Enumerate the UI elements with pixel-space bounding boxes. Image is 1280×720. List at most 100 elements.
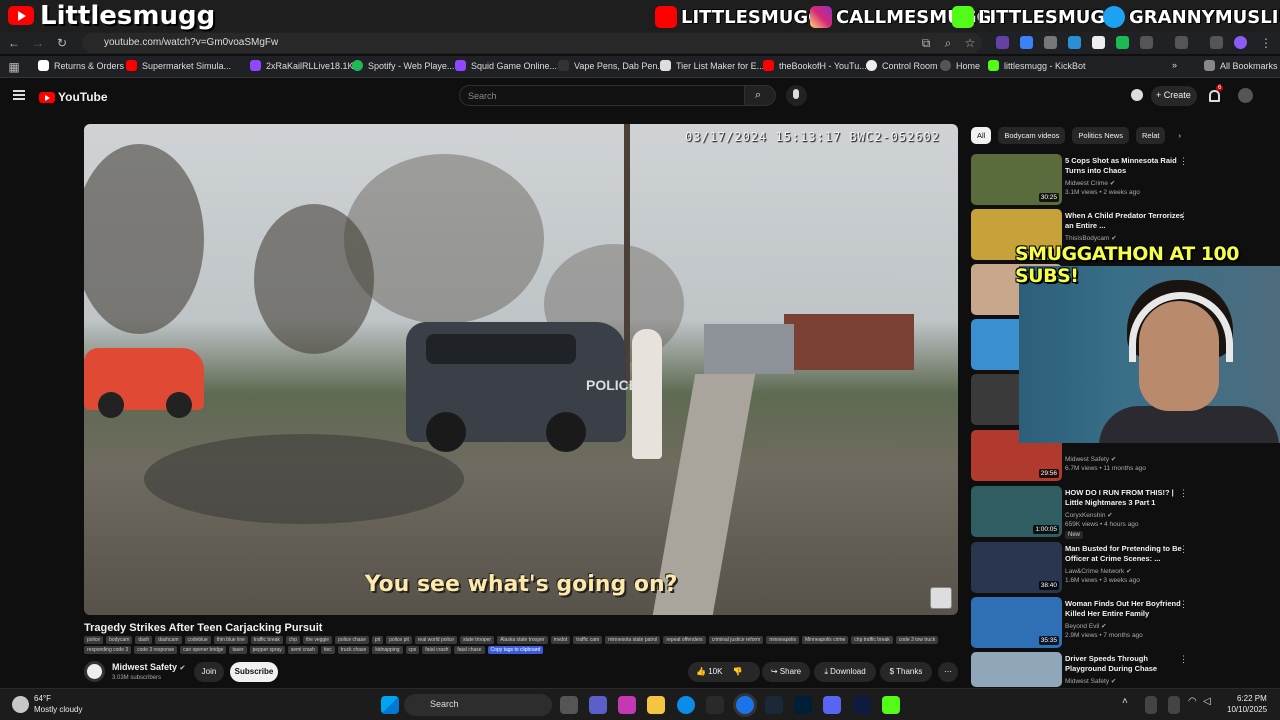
bookmark-item[interactable]: Vape Pens, Dab Pen... (558, 60, 665, 71)
copy-tags-button[interactable]: Copy tags to clipboard (487, 646, 544, 654)
address-bar[interactable]: youtube.com/watch?v=Gm0voaSMgFw (82, 33, 982, 53)
tag-chip[interactable]: the veggie (302, 636, 333, 644)
channel-name[interactable]: Midwest Safety ✔ (1065, 455, 1116, 463)
bookmark-item[interactable]: Supermarket Simula... (126, 60, 231, 71)
tag-chip[interactable]: pit (371, 636, 384, 644)
chip-bodycam[interactable]: Bodycam videos (998, 127, 1066, 144)
channel-name[interactable]: Midwest Safety ✔ (1065, 677, 1116, 685)
search-input[interactable]: Search (459, 85, 745, 106)
channel-watermark[interactable] (930, 587, 952, 609)
tag-chip[interactable]: codeblue (184, 636, 211, 644)
more-actions-button[interactable]: ⋯ (938, 662, 958, 682)
tag-chip[interactable]: can opener bridge (180, 646, 227, 654)
chrome-icon[interactable] (736, 696, 754, 714)
tag-chip[interactable]: code 3 response (134, 646, 178, 654)
menu-icon[interactable] (13, 90, 25, 100)
extension-icon[interactable] (1068, 36, 1081, 49)
apps-grid-icon[interactable]: ▦ (6, 59, 22, 75)
channel-name[interactable]: CoryxKenshin ✔ (1065, 511, 1113, 519)
steam-icon[interactable] (765, 696, 783, 714)
bookmark-item[interactable]: 2xRaKailRLLive18.1K... (250, 60, 361, 71)
tag-chip[interactable]: tiec (320, 646, 335, 654)
video-title[interactable]: Woman Finds Out Her Boyfriend Killed Her… (1065, 599, 1185, 619)
tag-chip[interactable]: dashcam (155, 636, 182, 644)
bookmark-item[interactable]: theBookofH - YouTu... (763, 60, 867, 71)
chip-related[interactable]: Relat (1135, 127, 1166, 144)
windows-start-icon[interactable] (381, 696, 399, 714)
taskbar-search[interactable]: Search (404, 694, 552, 716)
chip-all[interactable]: All (971, 127, 992, 144)
notifications-bell-icon[interactable] (1209, 90, 1220, 102)
weather-description[interactable]: Mostly cloudy (34, 705, 82, 714)
tag-chip[interactable]: cps (405, 646, 420, 654)
tag-chip[interactable]: police (84, 636, 104, 644)
download-button[interactable]: ⤓ Download (814, 662, 876, 682)
task-view-icon[interactable] (560, 696, 578, 714)
voice-search-button[interactable] (786, 85, 807, 106)
puzzle-extensions-icon[interactable] (1140, 36, 1153, 49)
back-icon[interactable]: ← (6, 35, 22, 51)
photoshop-icon[interactable] (794, 696, 812, 714)
tag-chip[interactable]: minneapolis (766, 636, 799, 644)
share-button[interactable]: ↪ Share (762, 662, 810, 682)
tag-chip[interactable]: code 3 tow truck (895, 636, 939, 644)
tag-chip[interactable]: traffic break (250, 636, 283, 644)
tag-chip[interactable]: fatal crash (422, 646, 452, 654)
video-thumbnail[interactable]: 30:25 (971, 154, 1062, 205)
discord-icon[interactable] (823, 696, 841, 714)
forward-icon[interactable]: → (30, 35, 46, 51)
tag-chip[interactable]: police chase (335, 636, 369, 644)
clock-date[interactable]: 10/10/2025 (1227, 705, 1267, 714)
video-title[interactable]: Driver Speeds Through Playground During … (1065, 654, 1185, 674)
tray-icon[interactable] (1145, 696, 1157, 714)
thanks-button[interactable]: $ Thanks (880, 662, 932, 682)
tag-chip[interactable]: truck chase (337, 646, 370, 654)
chevron-right-icon[interactable]: › (1172, 127, 1187, 144)
teams-icon[interactable] (589, 696, 607, 714)
chip-politics[interactable]: Politics News (1072, 127, 1129, 144)
channel-name[interactable]: Midwest Safety ✔ (112, 662, 185, 672)
media-control-icon[interactable] (1210, 36, 1223, 49)
account-avatar[interactable] (1238, 88, 1253, 103)
zoom-icon[interactable]: ⌕ (940, 35, 956, 51)
channel-avatar[interactable] (84, 661, 105, 682)
extension-icon[interactable] (1092, 36, 1105, 49)
tag-chip[interactable]: thin blue line (213, 636, 248, 644)
profile-avatar[interactable] (1234, 36, 1247, 49)
tag-chip[interactable]: semi crash (287, 646, 318, 654)
thumbs-down-icon[interactable]: 👎 (733, 667, 743, 676)
join-button[interactable]: Join (194, 662, 224, 682)
bookmark-item[interactable]: littlesmugg - KickBot (988, 60, 1086, 71)
more-options-icon[interactable]: ⋮ (1179, 544, 1188, 555)
all-bookmarks[interactable]: All Bookmarks (1204, 60, 1278, 71)
more-options-icon[interactable]: ⋮ (1179, 654, 1188, 665)
create-button[interactable]: + Create (1151, 86, 1197, 106)
copilot-icon[interactable] (618, 696, 636, 714)
star-bookmark-icon[interactable]: ☆ (962, 35, 978, 51)
channel-name[interactable]: ThisIsBodycam ✔ (1065, 234, 1117, 242)
bookmark-item[interactable]: Spotify - Web Playe... (352, 60, 454, 71)
youtube-home-logo[interactable]: YouTube (39, 90, 108, 104)
tag-chip[interactable]: repeat offenders (663, 636, 706, 644)
tag-chip[interactable]: Minneapolis crime (802, 636, 849, 644)
cloud-icon[interactable] (12, 696, 29, 713)
tag-chip[interactable]: mvdot (550, 636, 571, 644)
twitch-extension-icon[interactable] (996, 36, 1009, 49)
tag-chip[interactable]: kidnapping (372, 646, 403, 654)
tag-chip[interactable]: responding code 3 (84, 646, 132, 654)
recommended-video[interactable]: Driver Speeds Through Playground During … (971, 652, 1271, 687)
tag-chip[interactable]: police pit (386, 636, 412, 644)
wifi-icon[interactable]: ◠ (1188, 696, 1200, 714)
tag-chip[interactable]: criminal justice reform (708, 636, 764, 644)
channel-name[interactable]: Law&Crime Network ✔ (1065, 567, 1132, 575)
tag-chip[interactable]: dash (135, 636, 153, 644)
video-player[interactable]: POLICE 03/17/2024 15:13:17 BWC2-052602 Y… (84, 124, 958, 615)
tag-chip[interactable]: taser (229, 646, 247, 654)
recommended-video[interactable]: 38:40 Man Busted for Pretending to Be Off… (971, 542, 1271, 594)
weather-temperature[interactable]: 64°F (34, 694, 51, 703)
more-options-icon[interactable]: ⋮ (1179, 599, 1188, 610)
bookmark-item[interactable]: Tier List Maker for E... (660, 60, 764, 71)
tag-chip[interactable]: chp traffic break (851, 636, 893, 644)
edge-icon[interactable] (677, 696, 695, 714)
bookmark-item[interactable]: Control Room (866, 60, 938, 71)
